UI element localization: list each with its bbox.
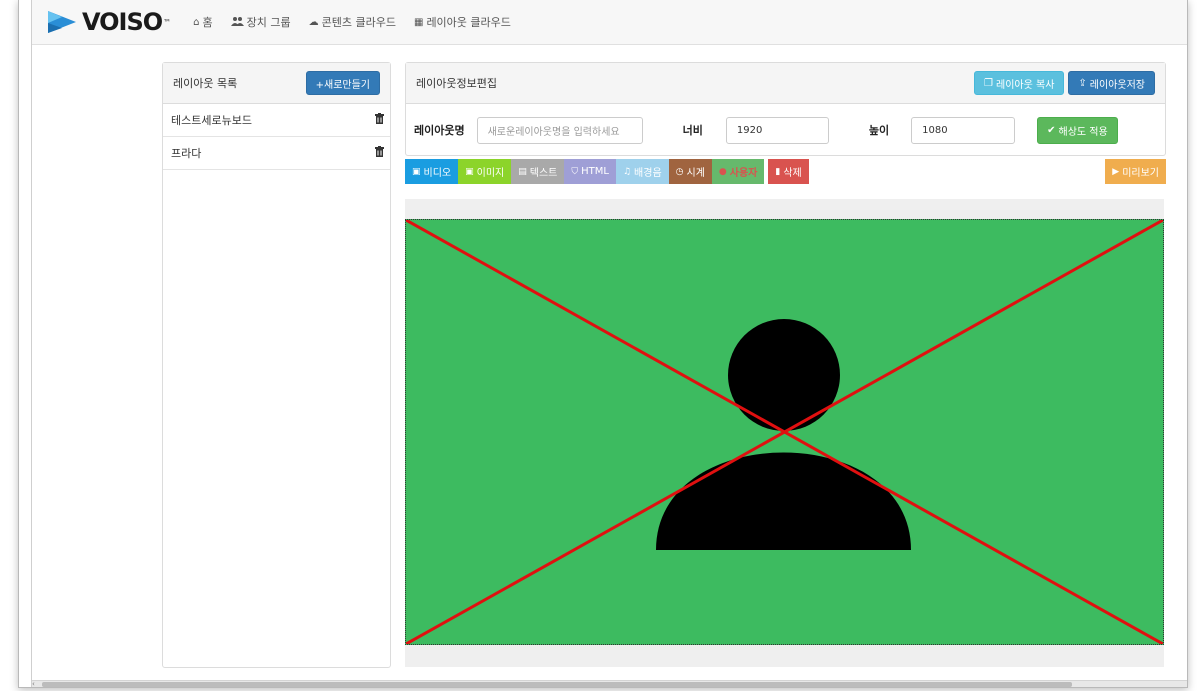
height-label: 높이 — [868, 124, 890, 137]
layout-list-header: 레이아웃 목록 +새로만들기 — [163, 63, 390, 104]
list-item-label: 프라다 — [171, 147, 202, 160]
element-toolbar: ▣ 비디오 ▣ 이미지 ▤ 텍스트 ⛉ HTML ♫ 배경음 ◷ 시계 ● 사용… — [405, 159, 1166, 184]
save-layout-label: 레이아웃저장 — [1089, 79, 1145, 91]
delete-element-label: 삭제 — [783, 168, 802, 179]
copy-layout-button[interactable]: ❐ 레이아웃 복사 — [974, 71, 1065, 95]
nav-layout-cloud-label: 레이아웃 클라우드 — [426, 16, 511, 29]
layout-name-label: 레이아웃명 — [414, 124, 465, 137]
add-video-label: 비디오 — [423, 168, 452, 179]
nav-home-label: 홈 — [202, 16, 213, 29]
list-item[interactable]: 프라다 — [163, 137, 390, 170]
layout-name-placeholder: 새로운레이아웃명을 입력하세요 — [487, 126, 620, 138]
play-circle-icon: ▶ — [1112, 166, 1120, 177]
nav-content-cloud-label: 콘텐츠 클라우드 — [321, 16, 396, 29]
save-layout-button[interactable]: ⇪ 레이아웃저장 — [1068, 71, 1155, 95]
add-html-button[interactable]: ⛉ HTML — [564, 159, 616, 184]
layout-editor-title: 레이아웃정보편집 — [416, 77, 497, 90]
apply-resolution-label: 해상도 적용 — [1058, 126, 1108, 138]
add-text-button[interactable]: ▤ 텍스트 — [511, 159, 565, 184]
list-item-label: 테스트세로뉴보드 — [171, 114, 252, 127]
brand-trademark: ™ — [163, 17, 172, 27]
user-element-box[interactable] — [405, 219, 1164, 645]
user-head-shape — [728, 319, 840, 431]
add-bgm-button[interactable]: ♫ 배경음 — [615, 159, 669, 184]
add-user-label: 사용자 — [729, 168, 758, 179]
layout-editor-panel: 레이아웃정보편집 ❐ 레이아웃 복사 ⇪ 레이아웃저장 레이아웃명 새로운레이아… — [405, 62, 1166, 156]
check-circle-icon: ✔ — [1047, 124, 1056, 136]
nav-home[interactable]: ⌂ 홈 — [193, 14, 212, 30]
height-value: 1080 — [922, 124, 948, 136]
add-text-label: 텍스트 — [529, 168, 558, 179]
layout-list-title: 레이아웃 목록 — [173, 77, 238, 90]
delete-element-button[interactable]: ▮ 삭제 — [768, 159, 809, 184]
play-logo-icon — [48, 11, 76, 33]
layout-icon: ▦ — [413, 16, 424, 28]
upload-icon: ⇪ — [1078, 77, 1087, 89]
clock-icon: ◷ — [675, 166, 684, 177]
add-clock-label: 시계 — [686, 168, 705, 179]
nav-content-cloud[interactable]: ☁ 콘텐츠 클라우드 — [309, 14, 396, 30]
scrollbar-thumb[interactable] — [42, 682, 1072, 687]
trash-icon: ▮ — [775, 166, 781, 177]
horizontal-scrollbar[interactable]: ‹ — [32, 680, 1187, 688]
add-video-button[interactable]: ▣ 비디오 — [405, 159, 459, 184]
window-left-border — [19, 0, 32, 687]
add-image-label: 이미지 — [476, 168, 505, 179]
trash-icon[interactable] — [375, 146, 384, 160]
width-value: 1920 — [736, 124, 763, 136]
add-clock-button[interactable]: ◷ 시계 — [668, 159, 712, 184]
copy-layout-label: 레이아웃 복사 — [996, 79, 1055, 91]
add-bgm-label: 배경음 — [634, 168, 662, 179]
width-input[interactable]: 1920 — [725, 116, 829, 144]
add-user-button[interactable]: ● 사용자 — [711, 159, 765, 184]
preview-button[interactable]: ▶ 미리보기 — [1105, 159, 1166, 184]
scroll-left-arrow-icon[interactable]: ‹ — [32, 680, 35, 688]
brand-logo[interactable]: VOISO ™ — [46, 8, 171, 36]
user-body-shape — [656, 452, 911, 550]
nav-device-group[interactable]: 장치 그룹 — [230, 14, 291, 30]
user-placeholder-graphic — [406, 220, 1163, 644]
copy-icon: ❐ — [984, 77, 994, 89]
layout-editor-header: 레이아웃정보편집 ❐ 레이아웃 복사 ⇪ 레이아웃저장 — [406, 63, 1165, 104]
resolution-form: 레이아웃명 새로운레이아웃명을 입력하세요 너비 1920 높이 1080 ✔ … — [406, 104, 1165, 156]
height-input[interactable]: 1080 — [911, 116, 1016, 144]
trash-icon[interactable] — [375, 113, 384, 127]
html5-icon: ⛉ — [571, 166, 579, 177]
add-image-button[interactable]: ▣ 이미지 — [458, 159, 512, 184]
file-image-icon: ▣ — [465, 166, 474, 177]
apply-resolution-button[interactable]: ✔ 해상도 적용 — [1037, 116, 1118, 144]
list-item[interactable]: 테스트세로뉴보드 — [163, 104, 390, 137]
add-html-label: HTML — [581, 166, 609, 177]
user-icon: ● — [718, 166, 727, 177]
cloud-icon: ☁ — [308, 16, 319, 28]
width-label: 너비 — [682, 124, 703, 137]
top-navbar: VOISO ™ ⌂ 홈 장치 그룹 ☁ 콘텐츠 클라우드 ▦ 레이아웃 클라우드 — [32, 0, 1187, 45]
nav-device-group-label: 장치 그룹 — [246, 16, 291, 29]
brand-name: VOISO — [82, 8, 163, 36]
app-window: VOISO ™ ⌂ 홈 장치 그룹 ☁ 콘텐츠 클라우드 ▦ 레이아웃 클라우드… — [18, 0, 1188, 688]
users-icon — [230, 16, 244, 29]
file-text-icon: ▤ — [518, 166, 527, 177]
new-layout-button[interactable]: +새로만들기 — [305, 71, 380, 95]
music-icon: ♫ — [622, 166, 632, 177]
nav-layout-cloud[interactable]: ▦ 레이아웃 클라우드 — [414, 14, 511, 30]
preview-label: 미리보기 — [1122, 168, 1159, 179]
layout-canvas-area — [405, 199, 1164, 667]
layout-name-input[interactable]: 새로운레이아웃명을 입력하세요 — [476, 116, 643, 144]
layout-list-panel: 레이아웃 목록 +새로만들기 테스트세로뉴보드 프라다 — [162, 62, 391, 668]
file-video-icon: ▣ — [412, 166, 421, 177]
home-icon: ⌂ — [193, 16, 200, 28]
